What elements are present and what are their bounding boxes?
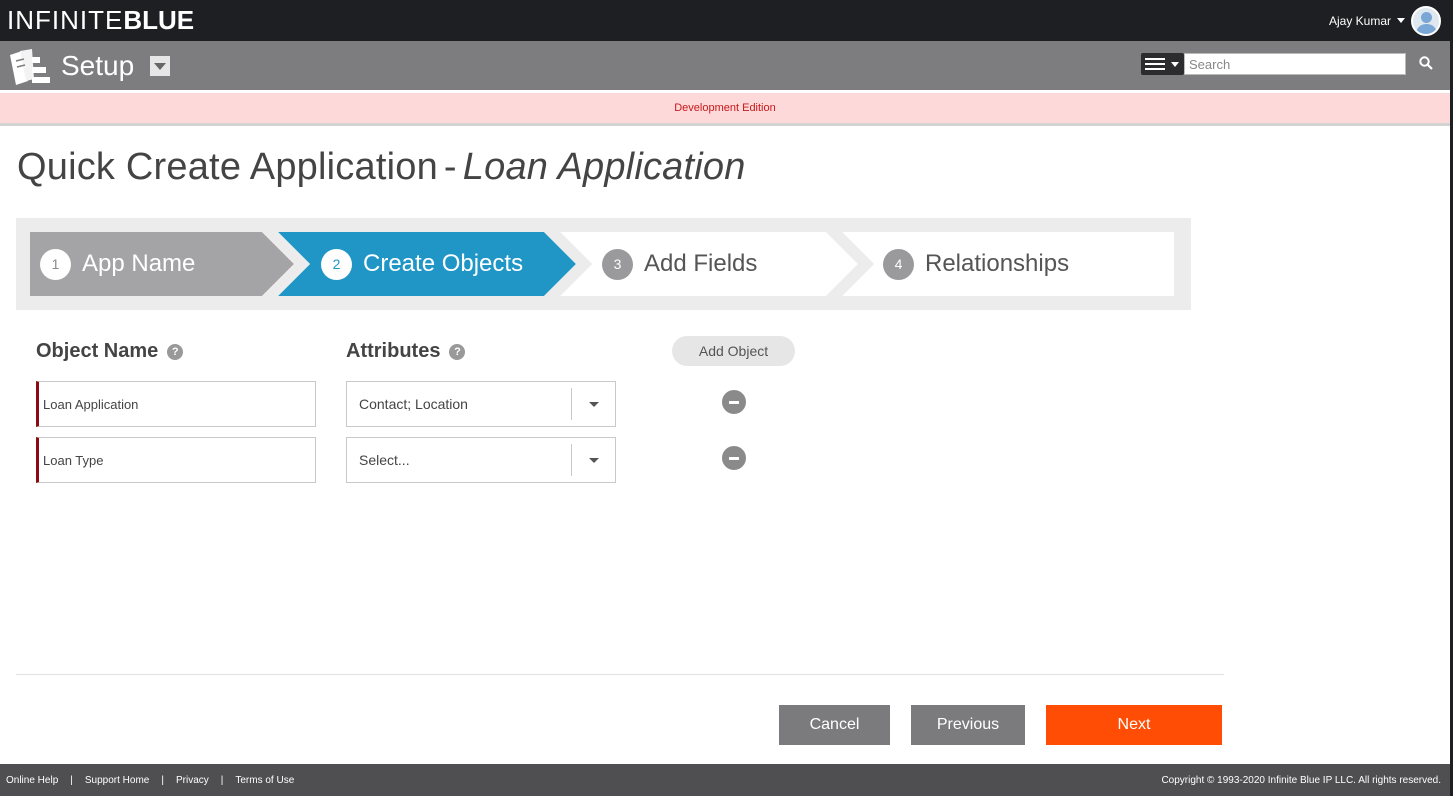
wizard-step-label: Add Fields (644, 250, 758, 277)
wizard-step-label: Relationships (925, 250, 1070, 277)
cancel-button[interactable]: Cancel (779, 705, 890, 745)
wizard-step-number: 4 (883, 248, 914, 280)
hamburger-icon (1145, 58, 1165, 70)
page-title-prefix: Quick Create Application (17, 146, 438, 188)
help-icon[interactable]: ? (449, 343, 466, 360)
remove-object-button[interactable] (722, 390, 746, 414)
avatar[interactable] (1411, 5, 1441, 36)
wizard-step-add-fields[interactable]: 3 Add Fields (602, 232, 757, 296)
search-icon[interactable] (1419, 56, 1433, 70)
page-title-app-name: Loan Application (462, 146, 746, 188)
minus-icon (729, 400, 739, 404)
wizard-steps: 1 App Name 2 Create Objects 3 Add Fields… (30, 232, 1174, 296)
footer-link-terms-of-use[interactable]: Terms of Use (235, 775, 294, 786)
user-name: Ajay Kumar (1328, 13, 1391, 28)
remove-object-button[interactable] (722, 446, 746, 470)
attributes-value: Contact; Location (359, 396, 468, 412)
setup-app-icon (10, 49, 50, 85)
setup-bar: Setup (0, 41, 1453, 90)
top-bar: INFINITE BLUE Ajay Kumar (0, 0, 1453, 41)
add-object-button[interactable]: Add Object (672, 336, 795, 366)
copyright-text: Copyright © 1993-2020 Infinite Blue IP L… (1161, 774, 1441, 786)
attributes-select[interactable]: Contact; Location (346, 381, 616, 427)
wizard-step-relationships[interactable]: 4 Relationships (883, 232, 1069, 296)
footer-link-privacy[interactable]: Privacy (176, 775, 209, 786)
chevron-down-icon (1397, 18, 1405, 23)
object-name-value: Loan Type (43, 452, 104, 468)
attributes-select[interactable]: Select... (346, 437, 616, 483)
wizard-step-app-name[interactable]: 1 App Name (40, 232, 195, 296)
divider (16, 674, 1224, 675)
next-button[interactable]: Next (1046, 705, 1222, 745)
object-name-header: Object Name ? (36, 340, 184, 363)
object-name-value: Loan Application (43, 396, 139, 412)
attributes-header-label: Attributes (346, 340, 441, 362)
brand-logo-part1: INFINITE (7, 4, 124, 35)
attributes-header: Attributes ? (346, 340, 466, 363)
edition-banner: Development Edition (0, 93, 1450, 126)
wizard-step-number: 3 (602, 248, 633, 280)
setup-title: Setup (61, 50, 135, 81)
user-menu[interactable]: Ajay Kumar (1329, 4, 1441, 37)
page-title: Quick Create Application - Loan Applicatio… (17, 146, 746, 189)
chevron-down-icon (589, 458, 599, 463)
object-name-header-label: Object Name (36, 340, 159, 362)
object-name-field[interactable]: Loan Type (36, 437, 316, 483)
previous-button[interactable]: Previous (911, 705, 1025, 745)
footer-link-online-help[interactable]: Online Help (6, 775, 58, 786)
chevron-down-icon (154, 62, 166, 70)
chevron-down-icon (589, 402, 599, 407)
footer-links: Online Help | Support Home | Privacy | T… (6, 774, 295, 786)
wizard-step-label: Create Objects (363, 250, 524, 277)
wizard-step-number: 1 (40, 248, 71, 280)
brand-logo-part2: BLUE (123, 4, 195, 35)
attributes-value: Select... (359, 452, 410, 468)
footer-link-support-home[interactable]: Support Home (85, 775, 149, 786)
footer: Online Help | Support Home | Privacy | T… (0, 764, 1450, 796)
search-input[interactable] (1184, 53, 1406, 75)
page-title-separator: - (443, 146, 457, 188)
object-name-field[interactable]: Loan Application (36, 381, 316, 427)
chevron-down-icon (1171, 62, 1179, 67)
setup-dropdown-button[interactable] (150, 56, 170, 76)
help-icon[interactable]: ? (167, 343, 184, 360)
edition-banner-text: Development Edition (674, 102, 776, 114)
wizard-step-create-objects[interactable]: 2 Create Objects (321, 232, 523, 296)
wizard-step-number: 2 (321, 248, 352, 280)
minus-icon (729, 456, 739, 460)
main-menu-button[interactable] (1141, 53, 1184, 75)
wizard-step-label: App Name (82, 250, 196, 277)
brand-logo[interactable]: INFINITE BLUE (7, 4, 195, 35)
